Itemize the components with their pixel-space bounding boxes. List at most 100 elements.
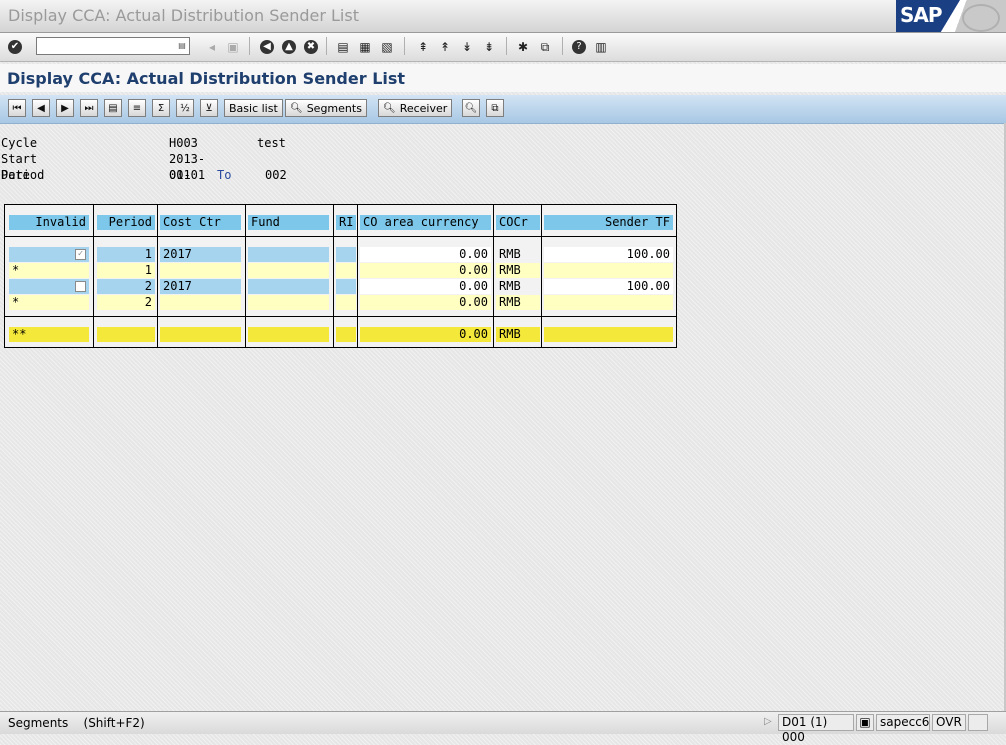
command-input[interactable] [37,38,177,54]
invalid-checkbox: ✓ [75,249,86,260]
table-row-marker: * [9,263,89,278]
previous-column-icon[interactable]: ◀ [32,99,50,117]
invalid-checkbox [75,281,86,292]
table-row-period: 2 [97,295,155,310]
magnifier-icon: 🔍︎ [290,102,303,114]
table-row-sender-tf [544,263,673,278]
command-dropdown-icon[interactable]: ▤ [177,40,187,52]
magnifier-icon: 🔍︎ [383,102,396,114]
column-header-co-area-currency[interactable]: CO area currency [360,215,491,230]
column-header-sender-tf[interactable]: Sender TF [544,215,673,230]
column-header-cost-ctr[interactable]: Cost Ctr [160,215,241,230]
table-row-sender-tf: 100.00 [544,247,673,262]
status-message: Segments (Shift+F2) [8,716,145,730]
column-header-cocr[interactable]: COCr [496,215,540,230]
column-separator [493,205,494,347]
basic-list-button[interactable]: Basic list [224,99,283,117]
period-from-value: 001 [169,168,191,182]
table-row-sender-tf: 100.00 [544,279,673,294]
last-column-icon[interactable]: ⏭ [80,99,98,117]
status-expand-icon[interactable]: ▷ [764,716,772,727]
column-separator [245,205,246,347]
filter-icon[interactable]: ⊻ [200,99,218,117]
last-page-icon[interactable]: ⇟ [480,38,498,56]
table-row-ri [336,279,356,294]
find-next-icon[interactable]: ▧ [378,38,396,56]
column-separator [357,205,358,347]
segments-label: Segments [306,101,362,115]
find-icon[interactable]: ▦ [356,38,374,56]
system-info: D01 (1) 000 [778,714,854,744]
table-row-amount: 0.00 [360,263,491,278]
print-icon[interactable]: ▤ [334,38,352,56]
create-shortcut-icon[interactable]: ⧉ [536,38,554,56]
total-row-sender-tf [544,327,673,342]
table-row-period: 1 [97,263,155,278]
sum-icon[interactable]: Σ [152,99,170,117]
column-header-invalid[interactable]: Invalid [9,215,89,230]
table-row-amount: 0.00 [360,295,491,310]
back-icon[interactable]: ◀ [258,38,276,56]
system-info-dropdown-icon[interactable]: ▣ [856,714,874,731]
total-row-fund [248,327,329,342]
details-icon[interactable]: 🔍︎ [462,99,480,117]
window-title-bar: Display CCA: Actual Distribution Sender … [0,0,1006,33]
copy-icon[interactable]: ⧉ [486,99,504,117]
total-separator [5,316,676,317]
cycle-label: Cycle [1,136,38,150]
table-row-fund [248,279,329,294]
total-row-cost-ctr [160,327,241,342]
receiver-button[interactable]: 🔍︎ Receiver [378,99,453,117]
sap-logo-text: SAP [900,3,943,27]
command-field[interactable]: ▤ [36,37,190,55]
table-row-cocr: RMB [496,263,540,278]
segments-button[interactable]: 🔍︎ Segments [285,99,367,117]
table-row-cocr: RMB [499,247,521,261]
table-row-amount: 0.00 [360,247,491,262]
application-toolbar: ⏮ ◀ ▶ ⏭ ▤ ≡ Σ ½ ⊻ Basic list 🔍︎ Segments… [0,95,1006,124]
cancel-icon[interactable]: ✖ [302,38,320,56]
table-row-cost-ctr [160,263,241,278]
help-icon[interactable]: ? [570,38,588,56]
enter-icon[interactable]: ✔ [6,38,24,56]
column-header-period[interactable]: Period [97,215,155,230]
table-row-marker: * [9,295,89,310]
table-row-invalid-cell [9,279,89,294]
receiver-label: Receiver [399,101,448,115]
page-title-bar: Display CCA: Actual Distribution Sender … [0,64,1006,92]
column-separator [541,205,542,347]
table-row-cocr: RMB [496,295,540,310]
first-column-icon[interactable]: ⏮ [8,99,26,117]
next-column-icon[interactable]: ▶ [56,99,74,117]
column-header-ri[interactable]: RI [336,215,356,230]
table-row-cost-ctr: 2017 [160,247,241,262]
sort-icon[interactable]: ≡ [128,99,146,117]
total-row-period [97,327,155,342]
toolbar-separator [249,37,250,55]
table-row-fund [248,263,329,278]
column-header-fund[interactable]: Fund [248,215,329,230]
previous-page-icon[interactable]: ↟ [436,38,454,56]
next-page-icon[interactable]: ↡ [458,38,476,56]
status-field-empty [968,714,988,731]
table-row-ri [336,263,356,278]
table-row-period: 2 [97,279,155,294]
toolbar-separator [562,37,563,55]
print-list-icon[interactable]: ▤ [104,99,122,117]
sap-logo: SAP [896,0,1006,32]
toolbar-separator [404,37,405,55]
subtotal-icon[interactable]: ½ [176,99,194,117]
exit-icon[interactable]: ▲ [280,38,298,56]
back-arrow-icon: ◂ [208,40,216,54]
table-row-cocr: RMB [499,279,521,293]
total-row-marker: ** [9,327,89,342]
table-row-cost-ctr: 2017 [160,279,241,294]
table-row-ri [336,247,356,262]
sap-swirl-graphic [962,4,1000,32]
cycle-text: test [257,136,286,150]
customize-layout-icon[interactable]: ▥ [592,38,610,56]
insert-mode[interactable]: OVR [932,714,966,731]
total-row-cocr: RMB [496,327,540,342]
first-page-icon[interactable]: ⇞ [414,38,432,56]
create-session-icon[interactable]: ✱ [514,38,532,56]
